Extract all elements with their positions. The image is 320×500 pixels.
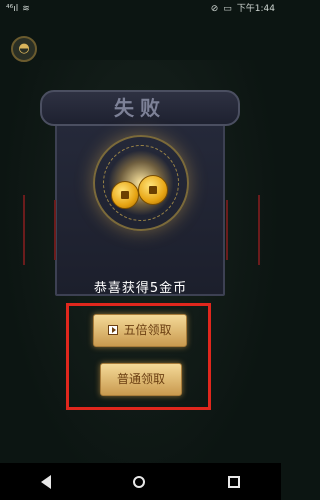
ribbon-decoration (23, 195, 25, 265)
reward-caption: 恭喜获得5金币 (93, 281, 188, 296)
nav-back-icon[interactable] (41, 474, 52, 489)
ribbon-decoration (258, 195, 260, 265)
back-button[interactable]: ◓ (11, 36, 37, 62)
battery-icon: ▭ (223, 4, 232, 14)
coin-icon (111, 181, 139, 209)
five-times-claim-button[interactable]: 五倍领取 (93, 314, 187, 347)
signal-icon: ⁴⁶ıl (6, 4, 19, 14)
ribbon-decoration (226, 200, 228, 260)
alarm-off-icon: ⊘ (210, 4, 219, 14)
normal-claim-label: 普通领取 (116, 372, 165, 386)
ribbon-decoration (54, 200, 56, 260)
status-bar: ⁴⁶ıl ≋ ⊘ ▭ 下午1:44 (0, 0, 281, 18)
normal-claim-button[interactable]: 普通领取 (100, 363, 182, 396)
five-times-claim-label: 五倍领取 (123, 323, 172, 337)
nav-recent-icon[interactable] (227, 475, 240, 488)
status-time: 下午1:44 (236, 4, 275, 14)
helmet-icon: ◓ (18, 41, 30, 56)
system-nav-bar (0, 463, 281, 500)
coin-icon (138, 175, 168, 205)
result-title: 失败 (114, 96, 166, 120)
wifi-icon: ≋ (22, 4, 30, 14)
nav-home-icon[interactable] (133, 475, 146, 488)
video-play-icon (108, 325, 119, 335)
